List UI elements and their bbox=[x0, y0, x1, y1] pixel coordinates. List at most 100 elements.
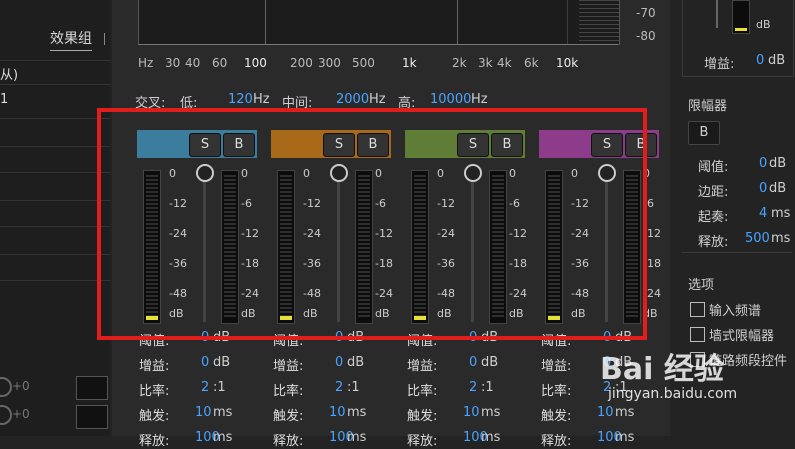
param-label: 触发: bbox=[139, 409, 170, 424]
option-label: 墙式限幅器 bbox=[709, 329, 775, 344]
unit-label: dB bbox=[769, 181, 787, 196]
row-divider bbox=[0, 200, 110, 201]
param-label: 增益: bbox=[541, 359, 572, 374]
param-label: 比率: bbox=[541, 384, 572, 399]
row-divider bbox=[0, 146, 110, 147]
param-label: 触发: bbox=[407, 409, 438, 424]
row-divider bbox=[0, 172, 110, 173]
section-divider bbox=[682, 252, 792, 253]
knob-2[interactable] bbox=[0, 405, 12, 425]
param-label: 比率: bbox=[139, 384, 170, 399]
freq-label: 200 bbox=[290, 56, 313, 70]
param-value[interactable]: 2 bbox=[335, 380, 343, 395]
limiter-bypass-button[interactable]: B bbox=[688, 121, 720, 145]
row-divider bbox=[0, 60, 110, 61]
unit-label: dB bbox=[769, 156, 787, 171]
param-value[interactable]: 2 bbox=[201, 380, 209, 395]
mini-meter bbox=[76, 376, 108, 400]
gain-label: 增益: bbox=[704, 57, 735, 72]
list-item[interactable]: 1 bbox=[0, 92, 8, 107]
output-meter-unit: dB bbox=[756, 18, 771, 31]
freq-label: 500 bbox=[352, 56, 375, 70]
freq-label: 40 bbox=[185, 56, 201, 70]
crossover-mid-value[interactable]: 2000 bbox=[336, 92, 369, 107]
param-value[interactable]: 0 bbox=[335, 355, 343, 370]
output-meter bbox=[732, 0, 750, 34]
unit-label: ms bbox=[771, 231, 791, 246]
param-label: 增益: bbox=[407, 359, 438, 374]
freq-label: 2k bbox=[452, 56, 467, 70]
watermark: Bai 经验 jingyan.baidu.com bbox=[600, 344, 790, 404]
option-label: 输入频谱 bbox=[709, 304, 762, 319]
param-value[interactable]: 10 bbox=[597, 405, 614, 420]
param-value[interactable]: 10 bbox=[195, 405, 212, 420]
param-label: 比率: bbox=[407, 384, 438, 399]
limiter-release-label: 释放: bbox=[698, 235, 729, 250]
row-divider bbox=[0, 84, 110, 85]
knob-value: +0 bbox=[12, 407, 30, 421]
freq-label: 300 bbox=[318, 56, 341, 70]
left-panel: 效果组 从) 1 +0 +0 bbox=[0, 0, 110, 436]
param-unit: dB bbox=[481, 355, 499, 370]
tab-divider bbox=[104, 33, 108, 45]
unit-label: Hz bbox=[369, 92, 386, 107]
param-label: 触发: bbox=[273, 409, 304, 424]
param-value[interactable]: 10 bbox=[463, 405, 480, 420]
param-unit: ms bbox=[481, 430, 501, 445]
checkbox-brickwall-limiter[interactable] bbox=[690, 327, 705, 342]
output-slider[interactable] bbox=[716, 0, 718, 28]
param-label: 释放: bbox=[541, 434, 572, 449]
param-value[interactable]: 0 bbox=[469, 355, 477, 370]
param-value[interactable]: 10 bbox=[329, 405, 346, 420]
list-item[interactable]: 从) bbox=[0, 64, 18, 83]
knob-value: +0 bbox=[12, 379, 30, 393]
param-unit: :1 bbox=[213, 380, 226, 395]
crossover-high-value[interactable]: 10000 bbox=[430, 92, 471, 107]
param-unit: :1 bbox=[347, 380, 360, 395]
limiter-threshold-value[interactable]: 0 bbox=[759, 156, 767, 171]
param-unit: ms bbox=[347, 430, 367, 445]
spectrum-display bbox=[138, 0, 620, 45]
unit-label: Hz bbox=[253, 92, 270, 107]
gain-unit: dB bbox=[768, 53, 786, 68]
param-label: 增益: bbox=[273, 359, 304, 374]
freq-label: 1k bbox=[402, 56, 417, 70]
param-value[interactable]: 0 bbox=[201, 355, 209, 370]
freq-axis bbox=[138, 44, 618, 45]
param-label: 比率: bbox=[273, 384, 304, 399]
limiter-release-value[interactable]: 500 bbox=[745, 231, 770, 246]
freq-label: 60 bbox=[212, 56, 228, 70]
param-unit: ms bbox=[347, 405, 367, 420]
freq-label: Hz bbox=[138, 56, 154, 70]
limiter-margin-value[interactable]: 0 bbox=[759, 181, 767, 196]
tab-effects-group[interactable]: 效果组 bbox=[50, 28, 92, 51]
db-tick: -80 bbox=[636, 29, 656, 43]
param-label: 释放: bbox=[407, 434, 438, 449]
options-title: 选项 bbox=[688, 278, 715, 293]
unit-label: ms bbox=[771, 206, 791, 221]
crossover-low-value[interactable]: 120 bbox=[228, 92, 253, 107]
unit-label: Hz bbox=[471, 92, 488, 107]
highlight-box bbox=[97, 108, 647, 340]
param-label: 释放: bbox=[273, 434, 304, 449]
limiter-attack-label: 起奏: bbox=[698, 210, 729, 225]
param-unit: ms bbox=[615, 405, 635, 420]
checkbox-input-spectrum[interactable] bbox=[690, 302, 705, 317]
freq-label: 10k bbox=[556, 56, 579, 70]
row-divider bbox=[0, 280, 110, 281]
gain-value[interactable]: 0 bbox=[756, 53, 764, 68]
param-unit: ms bbox=[481, 405, 501, 420]
param-unit: ms bbox=[615, 430, 635, 445]
freq-label: 6k bbox=[524, 56, 539, 70]
param-value[interactable]: 2 bbox=[469, 380, 477, 395]
param-unit: :1 bbox=[481, 380, 494, 395]
knob-1[interactable] bbox=[0, 377, 12, 397]
param-unit: dB bbox=[347, 355, 365, 370]
db-grid bbox=[579, 0, 619, 44]
param-label: 增益: bbox=[139, 359, 170, 374]
param-unit: dB bbox=[213, 355, 231, 370]
db-tick: -70 bbox=[636, 6, 656, 20]
mini-meter bbox=[76, 405, 108, 429]
param-unit: ms bbox=[213, 405, 233, 420]
limiter-attack-value[interactable]: 4 bbox=[759, 206, 767, 221]
